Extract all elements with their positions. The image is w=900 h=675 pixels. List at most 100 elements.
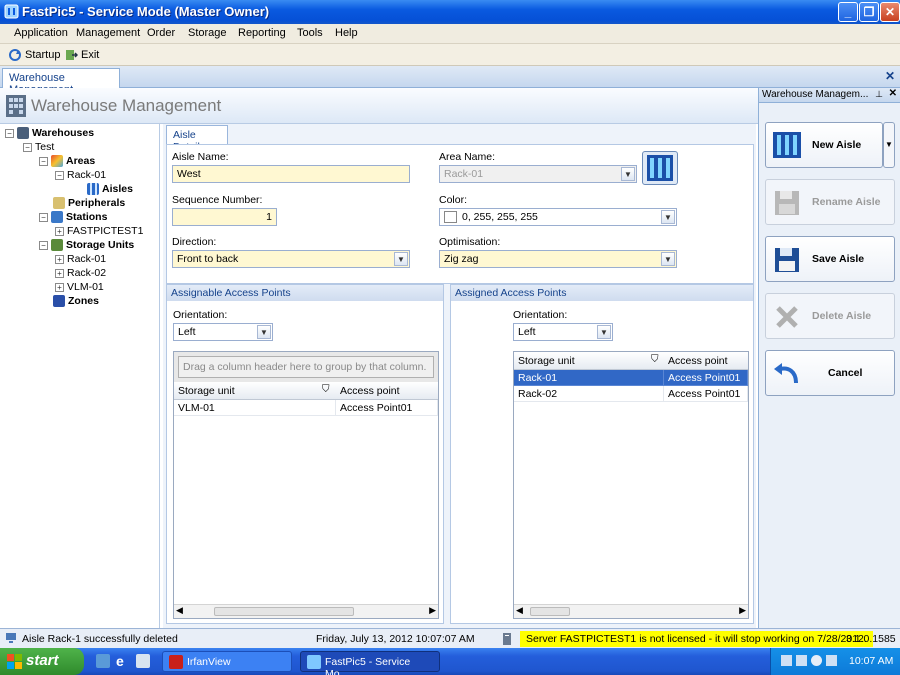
scroll-thumb[interactable] — [530, 607, 570, 616]
assignable-orientation-select[interactable]: Left ▼ — [173, 323, 273, 341]
menu-application[interactable]: Application — [14, 27, 68, 39]
tab-aisle-details[interactable]: Aisle Details — [166, 125, 228, 153]
optimisation-label: Optimisation: — [439, 236, 501, 248]
scroll-left-icon[interactable]: ◀ — [516, 605, 523, 616]
menu-tools[interactable]: Tools — [297, 27, 323, 39]
tree-node-fastpictest1[interactable]: + FASTPICTEST1 — [55, 224, 143, 238]
collapse-icon[interactable]: − — [23, 142, 32, 152]
column-access-point[interactable]: Access point — [668, 355, 728, 367]
sequence-number-field[interactable]: 1 — [172, 208, 277, 226]
filter-icon[interactable]: ⛉ — [651, 354, 659, 365]
area-name-select[interactable]: Rack-01 ▼ — [439, 165, 637, 183]
chevron-down-icon[interactable]: ▼ — [621, 167, 635, 181]
chevron-down-icon[interactable]: ▼ — [394, 252, 408, 266]
volume-icon[interactable] — [811, 655, 822, 666]
tree-node-su-vlm-01[interactable]: + VLM-01 — [55, 280, 104, 294]
table-row[interactable]: VLM-01 Access Point01 — [174, 400, 438, 416]
tree-node-peripherals[interactable]: Peripherals — [53, 196, 125, 210]
menu-help[interactable]: Help — [335, 27, 358, 39]
collapse-icon[interactable]: − — [39, 240, 48, 250]
exit-label: Exit — [81, 49, 100, 61]
collapse-icon[interactable]: − — [5, 128, 14, 138]
chevron-down-icon[interactable]: ▼ — [661, 252, 675, 266]
tree-node-warehouses[interactable]: − Warehouses — [5, 126, 94, 140]
tree-node-test[interactable]: − Test — [23, 140, 54, 154]
tab-warehouse-management[interactable]: Warehouse Management — [2, 68, 120, 96]
tree-node-aisles[interactable]: Aisles — [87, 182, 133, 196]
horizontal-scrollbar[interactable]: ◀ ▶ — [514, 604, 748, 618]
menu-management[interactable]: Management — [76, 27, 140, 39]
aisle-name-field[interactable]: West — [172, 165, 410, 183]
new-aisle-dropdown-button[interactable]: ▼ — [883, 122, 895, 168]
new-aisle-button[interactable]: New Aisle — [765, 122, 883, 168]
tree-node-su-rack-02[interactable]: + Rack-02 — [55, 266, 106, 280]
tree-node-rack-01[interactable]: − Rack-01 — [55, 168, 106, 182]
collapse-icon[interactable]: − — [39, 212, 48, 222]
rename-aisle-button[interactable]: Rename Aisle — [765, 179, 895, 225]
table-row[interactable]: Rack-02 Access Point01 — [514, 386, 748, 402]
scroll-right-icon[interactable]: ▶ — [429, 605, 436, 616]
scroll-right-icon[interactable]: ▶ — [739, 605, 746, 616]
document-tabs: Warehouse Management ✕ — [0, 66, 900, 96]
collapse-icon[interactable]: − — [55, 170, 64, 180]
horizontal-scrollbar[interactable]: ◀ ▶ — [174, 604, 438, 618]
tree-node-zones[interactable]: Zones — [53, 294, 99, 308]
expand-icon[interactable]: + — [55, 268, 64, 278]
taskbar-item-fastpic5[interactable]: FastPic5 - Service Mo... — [300, 651, 440, 675]
ie-icon[interactable]: e — [116, 653, 124, 669]
pin-icon[interactable]: ⊥ — [875, 89, 883, 100]
color-select[interactable]: 0, 255, 255, 255 ▼ — [439, 208, 677, 226]
color-label: Color: — [439, 194, 468, 206]
exit-button[interactable]: Exit — [64, 47, 99, 63]
expand-icon[interactable]: + — [55, 226, 64, 236]
taskbar-item-irfanview[interactable]: IrfanView — [162, 651, 292, 672]
network-icon[interactable] — [796, 655, 807, 666]
chevron-down-icon[interactable]: ▼ — [257, 325, 271, 339]
scroll-left-icon[interactable]: ◀ — [176, 605, 183, 616]
tray-icon[interactable] — [826, 655, 837, 666]
table-row-selected[interactable]: Rack-01 Access Point01 — [514, 370, 748, 386]
column-storage-unit[interactable]: Storage unit — [178, 385, 235, 397]
column-storage-unit[interactable]: Storage unit — [518, 355, 575, 367]
zones-icon — [53, 295, 65, 307]
quicklaunch-icon[interactable] — [136, 654, 150, 668]
cancel-button[interactable]: Cancel — [765, 350, 895, 396]
menu-order[interactable]: Order — [147, 27, 175, 39]
assigned-orientation-select[interactable]: Left ▼ — [513, 323, 613, 341]
tree-node-su-rack-01[interactable]: + Rack-01 — [55, 252, 106, 266]
chevron-down-icon[interactable]: ▼ — [597, 325, 611, 339]
optimisation-select[interactable]: Zig zag ▼ — [439, 250, 677, 268]
tree-node-stations[interactable]: − Stations — [39, 210, 107, 224]
delete-aisle-button[interactable]: Delete Aisle — [765, 293, 895, 339]
tree-node-storage-units[interactable]: − Storage Units — [39, 238, 134, 252]
show-desktop-icon[interactable] — [96, 654, 110, 668]
minimize-button[interactable]: _ — [838, 2, 858, 22]
chevron-down-icon[interactable]: ▼ — [661, 210, 675, 224]
direction-select[interactable]: Front to back ▼ — [172, 250, 410, 268]
save-aisle-button[interactable]: Save Aisle — [765, 236, 895, 282]
version-label: 3.1.0.1585 — [846, 633, 896, 645]
menu-storage[interactable]: Storage — [188, 27, 227, 39]
close-window-button[interactable]: ✕ — [880, 2, 900, 22]
assignable-orientation-label: Orientation: — [173, 309, 228, 321]
cancel-label: Cancel — [828, 367, 863, 379]
aisle-picker-button[interactable] — [642, 151, 678, 185]
aisles-icon — [87, 183, 99, 195]
network-icon[interactable] — [781, 655, 792, 666]
menu-reporting[interactable]: Reporting — [238, 27, 286, 39]
maximize-button[interactable]: ❐ — [859, 2, 879, 22]
close-document-icon[interactable]: ✕ — [885, 69, 895, 83]
collapse-icon[interactable]: − — [39, 156, 48, 166]
irfanview-icon — [169, 655, 183, 669]
close-panel-icon[interactable]: ✕ — [889, 88, 897, 99]
expand-icon[interactable]: + — [55, 282, 64, 292]
expand-icon[interactable]: + — [55, 254, 64, 264]
column-access-point[interactable]: Access point — [340, 385, 400, 397]
filter-icon[interactable]: ⛉ — [322, 384, 330, 395]
startup-button[interactable]: Startup — [8, 47, 60, 63]
start-button[interactable]: start — [0, 648, 84, 675]
assignable-title: Assignable Access Points — [167, 285, 443, 301]
scroll-thumb[interactable] — [214, 607, 354, 616]
tree-node-areas[interactable]: − Areas — [39, 154, 95, 168]
taskbar: start e IrfanView FastPic5 - Service Mo.… — [0, 648, 900, 675]
